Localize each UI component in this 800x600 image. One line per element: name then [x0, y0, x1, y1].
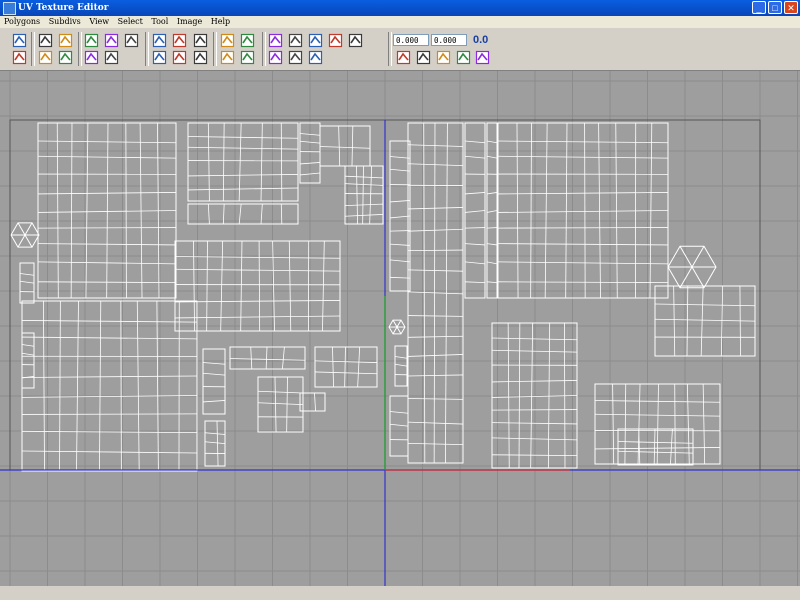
uv-shell-long-strip[interactable] — [389, 140, 411, 292]
toolbar-separator — [213, 32, 217, 66]
move-sew-icon[interactable] — [124, 33, 139, 48]
portrait-icon[interactable] — [268, 33, 283, 48]
menu-tool[interactable]: Tool — [151, 17, 168, 26]
rotate-90-icon[interactable] — [58, 50, 73, 65]
uv-shell-torso-front[interactable] — [37, 122, 177, 299]
uv-lattice-icon[interactable] — [328, 33, 343, 48]
menu-view[interactable]: View — [89, 17, 109, 26]
grid-split-icon[interactable] — [172, 50, 187, 65]
shelf-icon[interactable] — [456, 50, 471, 65]
sew-uv-icon[interactable] — [104, 33, 119, 48]
relax-icon[interactable] — [84, 50, 99, 65]
uv-shell-part-b[interactable] — [314, 346, 378, 388]
split-icon[interactable] — [436, 50, 451, 65]
u-coordinate-input[interactable]: 0.000 — [393, 34, 429, 46]
unfold-icon[interactable] — [104, 50, 119, 65]
menu-image[interactable]: Image — [177, 17, 202, 26]
uv-shell-head-left[interactable] — [174, 240, 341, 332]
uv-shell-leg-right[interactable] — [407, 122, 464, 464]
uv-shell-strip-e[interactable] — [464, 122, 486, 299]
display-image-icon[interactable] — [12, 50, 27, 65]
minimize-button[interactable]: _ — [752, 1, 766, 14]
uv-shell-hex-right[interactable] — [667, 245, 717, 289]
person-icon[interactable] — [348, 33, 363, 48]
layout-icon[interactable] — [308, 33, 323, 48]
color-icon[interactable] — [288, 50, 303, 65]
uv-canvas[interactable] — [0, 71, 800, 586]
uv-shell-part-e[interactable] — [204, 420, 226, 467]
texture-tile-icon[interactable] — [308, 50, 323, 65]
snapshot-icon[interactable] — [240, 33, 255, 48]
align-left-icon[interactable] — [152, 33, 167, 48]
uv-shell-fingers[interactable] — [654, 285, 756, 357]
window-title: UV Texture Editor — [18, 3, 109, 13]
align-top-icon[interactable] — [152, 50, 167, 65]
paint-icon[interactable] — [288, 33, 303, 48]
grid-red-icon[interactable] — [193, 50, 208, 65]
uv-editor-viewport[interactable] — [0, 71, 800, 586]
uv-shell-part-c[interactable] — [257, 376, 304, 433]
app-icon — [3, 2, 16, 15]
toolbar-separator — [262, 32, 266, 66]
toolbar-separator — [78, 32, 82, 66]
uv-shell-hex-left[interactable] — [10, 222, 40, 248]
uv-shell-circle-eye[interactable] — [388, 319, 406, 335]
toolbar-separator — [388, 32, 392, 66]
uv-shell-part-d[interactable] — [202, 348, 226, 415]
align-bottom-icon[interactable] — [193, 33, 208, 48]
title-bar: UV Texture Editor _ □ ✕ — [0, 0, 800, 16]
menu-bar: Polygons Subdivs View Select Tool Image … — [0, 16, 800, 28]
toolbar-separator — [31, 32, 35, 66]
status-strip — [0, 586, 800, 600]
uv-shell-cap[interactable] — [319, 125, 371, 167]
checker-icon[interactable] — [12, 33, 27, 48]
flip-icon[interactable] — [58, 33, 73, 48]
uv-shell-small-strip[interactable] — [19, 262, 35, 304]
v-coordinate-input[interactable]: 0.000 — [431, 34, 467, 46]
cut-uv-icon[interactable] — [84, 33, 99, 48]
flatten-icon[interactable] — [220, 50, 235, 65]
rotate-ccw-icon[interactable] — [38, 50, 53, 65]
menu-help[interactable]: Help — [211, 17, 230, 26]
toolbar: 0.000 0.000 0.0 — [0, 28, 800, 71]
menu-subdivs[interactable]: Subdivs — [49, 17, 81, 26]
align-right-icon[interactable] — [172, 33, 187, 48]
percent-icon[interactable] — [240, 50, 255, 65]
uv-shell-torso-back[interactable] — [497, 122, 669, 299]
menu-select[interactable]: Select — [118, 17, 143, 26]
reset-uv-label[interactable]: 0.0 — [473, 34, 488, 46]
paste-icon[interactable] — [416, 50, 431, 65]
uv-shell-panel-a[interactable] — [187, 122, 299, 202]
uv-shell-part-a[interactable] — [229, 346, 306, 370]
uv-shell-palm[interactable] — [617, 428, 694, 466]
uv-percent-icon[interactable] — [475, 50, 490, 65]
rotate-cw-icon[interactable] — [38, 33, 53, 48]
shading-icon[interactable] — [268, 50, 283, 65]
grid-icon[interactable] — [220, 33, 235, 48]
menu-polygons[interactable]: Polygons — [4, 17, 40, 26]
uv-shell-cylinder[interactable] — [344, 165, 384, 225]
close-button[interactable]: ✕ — [784, 1, 798, 14]
uv-shell-strip-d[interactable] — [394, 345, 408, 387]
copy-icon[interactable] — [396, 50, 411, 65]
uv-shell-strip-g[interactable] — [389, 395, 409, 457]
toolbar-separator — [145, 32, 149, 66]
maximize-button[interactable]: □ — [768, 1, 782, 14]
uv-shell-strip-f[interactable] — [486, 122, 498, 299]
